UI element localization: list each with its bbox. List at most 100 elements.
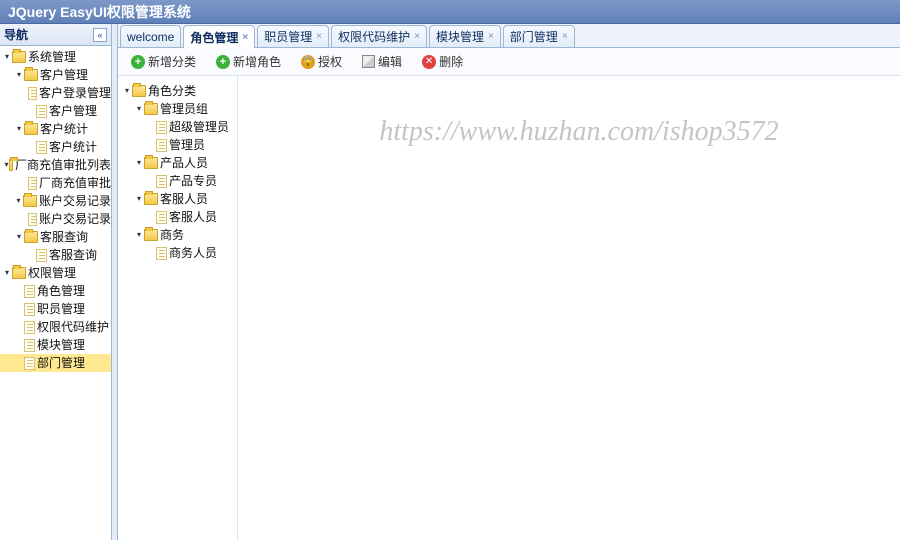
tree-spacer (14, 340, 24, 350)
tree-node[interactable]: 客户统计 (0, 138, 111, 156)
close-icon[interactable]: × (316, 31, 322, 42)
tree-node[interactable]: 角色管理 (0, 282, 111, 300)
tree-node-label: 厂商充值审批 (39, 174, 111, 192)
tree-node[interactable]: 厂商充值审批 (0, 174, 111, 192)
file-icon (36, 141, 47, 154)
lock-icon: 🔒 (301, 55, 315, 69)
tree-node-label: 管理员组 (160, 100, 208, 118)
nav-panel: 导航 « ▾系统管理▾客户管理客户登录管理客户管理▾客户统计客户统计▾厂商充值审… (0, 24, 112, 540)
tree-node-label: 商务人员 (169, 244, 217, 262)
tree-node[interactable]: ▾ 权限管理 (0, 264, 111, 282)
expand-icon[interactable]: ▾ (4, 160, 8, 170)
app-title: JQuery EasyUI权限管理系统 (8, 4, 191, 20)
tree-node-label: 账户交易记录 (39, 192, 111, 210)
tree-node[interactable]: ▾客服人员 (120, 190, 235, 208)
tree-node[interactable]: 客服人员 (120, 208, 235, 226)
tree-node[interactable]: ▾ 管理员组 (120, 100, 235, 118)
folder-icon (9, 159, 13, 171)
expand-icon[interactable]: ▾ (134, 194, 144, 204)
tree-spacer (146, 248, 156, 258)
tree-node-label: 客户统计 (49, 138, 97, 156)
file-icon (24, 357, 35, 370)
nav-collapse-button[interactable]: « (93, 28, 107, 42)
tree-node[interactable]: 管理员 (120, 136, 235, 154)
layout: 导航 « ▾系统管理▾客户管理客户登录管理客户管理▾客户统计客户统计▾厂商充值审… (0, 24, 900, 540)
edit-button[interactable]: 编辑 (355, 50, 409, 73)
tab-label: 职员管理 (264, 28, 312, 45)
add-icon: + (216, 55, 230, 69)
tree-spacer (14, 286, 24, 296)
file-icon (156, 175, 167, 188)
new-role-button[interactable]: + 新增角色 (209, 50, 288, 73)
tree-node[interactable]: ▾客服查询 (0, 228, 111, 246)
tree-node-label: 角色分类 (148, 82, 196, 100)
expand-icon[interactable]: ▾ (122, 86, 132, 96)
expand-icon[interactable]: ▾ (14, 70, 24, 80)
close-icon[interactable]: × (562, 31, 568, 42)
authorize-button[interactable]: 🔒 授权 (294, 50, 349, 73)
detail-area: https://www.huzhan.com/ishop3572 (238, 76, 900, 540)
file-icon (28, 177, 37, 190)
tree-node[interactable]: ▾ 角色分类 (120, 82, 235, 100)
tree-node[interactable]: 账户交易记录 (0, 210, 111, 228)
tree-spacer (146, 212, 156, 222)
tab[interactable]: 权限代码维护× (331, 25, 427, 47)
role-category-tree[interactable]: ▾ 角色分类 ▾ 管理员组超级管理员管理员 ▾ 产品人员产品专员▾客服人员客服人员 ▾ 商务商… (118, 76, 238, 540)
expand-icon[interactable]: ▾ (14, 232, 24, 242)
tree-spacer (14, 358, 24, 368)
tab[interactable]: 模块管理× (429, 25, 501, 47)
tab[interactable]: 角色管理× (183, 25, 255, 48)
expand-icon[interactable]: ▾ (2, 52, 12, 62)
expand-icon[interactable]: ▾ (2, 268, 12, 278)
expand-icon[interactable]: ▾ (14, 196, 24, 206)
new-category-button[interactable]: + 新增分类 (124, 50, 203, 73)
nav-tree[interactable]: ▾系统管理▾客户管理客户登录管理客户管理▾客户统计客户统计▾厂商充值审批列表厂商… (0, 46, 111, 540)
delete-button[interactable]: ✕ 删除 (415, 50, 470, 73)
close-icon[interactable]: × (242, 32, 248, 43)
tree-node[interactable]: 职员管理 (0, 300, 111, 318)
tree-node-label: 模块管理 (37, 336, 85, 354)
edit-label: 编辑 (378, 53, 402, 70)
tab[interactable]: 部门管理× (503, 25, 575, 47)
tree-node-label: 部门管理 (37, 354, 85, 372)
tree-node-label: 角色管理 (37, 282, 85, 300)
tree-spacer (146, 140, 156, 150)
tree-node[interactable]: 客户登录管理 (0, 84, 111, 102)
tree-node[interactable]: 超级管理员 (120, 118, 235, 136)
expand-icon[interactable]: ▾ (134, 158, 144, 168)
tab[interactable]: welcome (120, 25, 181, 47)
tree-spacer (146, 176, 156, 186)
tree-node[interactable]: ▾客户统计 (0, 120, 111, 138)
tree-node[interactable]: 权限代码维护 (0, 318, 111, 336)
expand-icon[interactable]: ▾ (134, 230, 144, 240)
tree-node[interactable]: ▾ 账户交易记录 (0, 192, 111, 210)
tree-node[interactable]: ▾客户管理 (0, 66, 111, 84)
tree-node[interactable]: 模块管理 (0, 336, 111, 354)
file-icon (28, 213, 37, 226)
content-split: ▾ 角色分类 ▾ 管理员组超级管理员管理员 ▾ 产品人员产品专员▾客服人员客服人员 ▾ 商务商… (118, 76, 900, 540)
tab[interactable]: 职员管理 × (257, 25, 329, 47)
tree-node[interactable]: ▾厂商充值审批列表 (0, 156, 111, 174)
tree-node-label: 客服查询 (49, 246, 97, 264)
folder-icon (144, 193, 158, 205)
tree-spacer (146, 122, 156, 132)
close-icon[interactable]: × (414, 31, 420, 42)
folder-icon (144, 103, 158, 115)
tree-node-label: 权限管理 (28, 264, 76, 282)
expand-icon[interactable]: ▾ (14, 124, 24, 134)
close-icon[interactable]: × (488, 31, 494, 42)
expand-icon[interactable]: ▾ (134, 104, 144, 114)
tree-node[interactable]: ▾ 产品人员 (120, 154, 235, 172)
tree-node[interactable]: 部门管理 (0, 354, 111, 372)
tree-node[interactable]: ▾系统管理 (0, 48, 111, 66)
tree-node-label: 产品人员 (160, 154, 208, 172)
tree-node[interactable]: 商务人员 (120, 244, 235, 262)
tree-node[interactable]: 产品专员 (120, 172, 235, 190)
tree-node-label: 商务 (160, 226, 184, 244)
tree-node[interactable]: 客服查询 (0, 246, 111, 264)
tree-spacer (26, 106, 36, 116)
tree-node[interactable]: ▾ 商务 (120, 226, 235, 244)
file-icon (156, 139, 167, 152)
folder-icon (24, 123, 38, 135)
tree-node[interactable]: 客户管理 (0, 102, 111, 120)
